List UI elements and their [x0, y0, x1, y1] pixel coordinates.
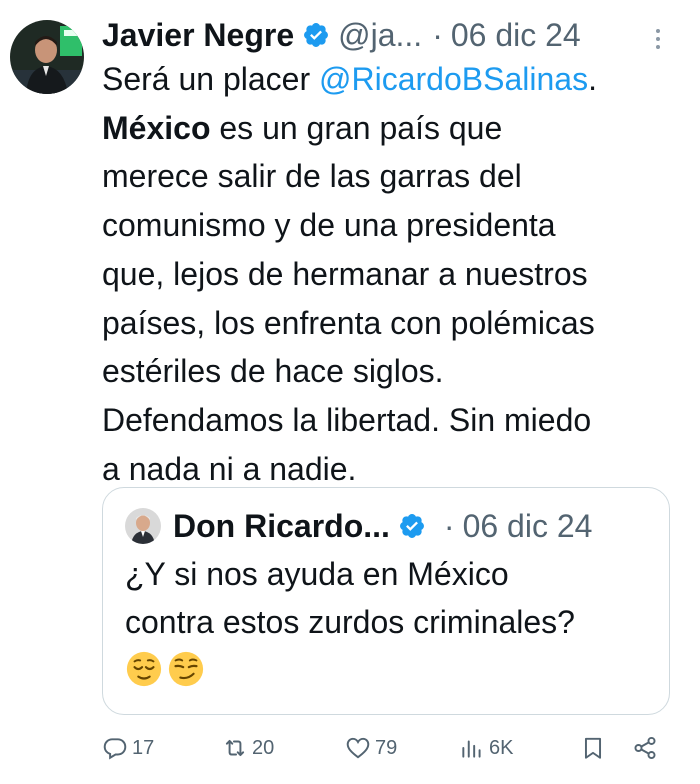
emoji-row [125, 650, 575, 688]
verified-badge-icon [302, 21, 330, 49]
tweet-header: Javier Negre @ja... · 06 dic 24 [102, 14, 672, 56]
tweet-line-4: comunismo y de una presidenta [102, 207, 556, 244]
quoted-tweet-date[interactable]: 06 dic 24 [463, 508, 593, 545]
share-icon [634, 736, 656, 760]
author-avatar-image [10, 20, 84, 94]
tweet-line-7: estériles de hace siglos. [102, 353, 444, 390]
quoted-line-2: contra estos zurdos criminales? [125, 604, 575, 640]
like-button[interactable]: 79 [345, 730, 397, 766]
quoted-author-name[interactable]: Don Ricardo... [173, 508, 390, 545]
quoted-tweet-text: ¿Y si nos ayuda en México contra estos z… [125, 550, 575, 688]
author-name[interactable]: Javier Negre [102, 17, 294, 54]
heart-icon [346, 737, 370, 759]
retweet-count: 20 [252, 736, 275, 759]
tweet-text-segment: es un gran país que [210, 109, 503, 146]
quoted-tweet-header: Don Ricardo... · 06 dic 24 [125, 506, 592, 546]
bookmark-icon [584, 737, 602, 759]
tweet-line-6: países, los enfrenta con polémicas [102, 304, 595, 341]
quoted-line-1: ¿Y si nos ayuda en México [125, 556, 509, 592]
reply-icon [103, 738, 127, 760]
verified-badge-icon [398, 512, 426, 540]
reply-button[interactable]: 17 [102, 730, 154, 766]
header-separator: · [432, 16, 443, 53]
views-count: 6K [489, 736, 514, 759]
tweet-text-segment: Será un placer [102, 61, 320, 97]
like-count: 79 [375, 736, 398, 759]
retweet-icon [225, 739, 245, 757]
bookmark-button[interactable] [580, 730, 606, 766]
bold-text: México [102, 109, 211, 146]
mention-link[interactable]: @RicardoBSalinas [319, 61, 588, 97]
share-button[interactable] [632, 730, 658, 766]
tweet-line-5: que, lejos de hermanar a nuestros [102, 255, 588, 292]
tweet-action-bar: 17 20 79 6K [102, 730, 662, 766]
reply-count: 17 [132, 736, 155, 759]
quoted-header-separator: · [443, 507, 455, 544]
quoted-tweet-card[interactable]: Don Ricardo... · 06 dic 24 ¿Y si nos ayu… [102, 487, 670, 715]
tweet-text-segment: . [588, 61, 597, 97]
tweet-line-1: Será un placer @RicardoBSalinas. [102, 55, 692, 104]
views-chart-icon [462, 740, 481, 758]
author-avatar[interactable] [10, 20, 84, 94]
tweet-line-2: México es un gran país que [102, 104, 692, 153]
more-options-icon[interactable] [648, 22, 668, 56]
tweet-text: Será un placer @RicardoBSalinas. México … [102, 55, 692, 493]
smirking-face-icon [168, 651, 204, 687]
tweet-date[interactable]: 06 dic 24 [451, 17, 581, 54]
relieved-face-icon [126, 651, 162, 687]
tweet-line-3: merece salir de las garras del [102, 158, 522, 195]
retweet-button[interactable]: 20 [222, 730, 274, 766]
author-handle[interactable]: @ja... [338, 17, 422, 54]
quoted-author-avatar [125, 508, 161, 544]
views-button[interactable]: 6K [459, 730, 513, 766]
tweet-line-8: Defendamos la libertad. Sin miedo [102, 401, 592, 438]
